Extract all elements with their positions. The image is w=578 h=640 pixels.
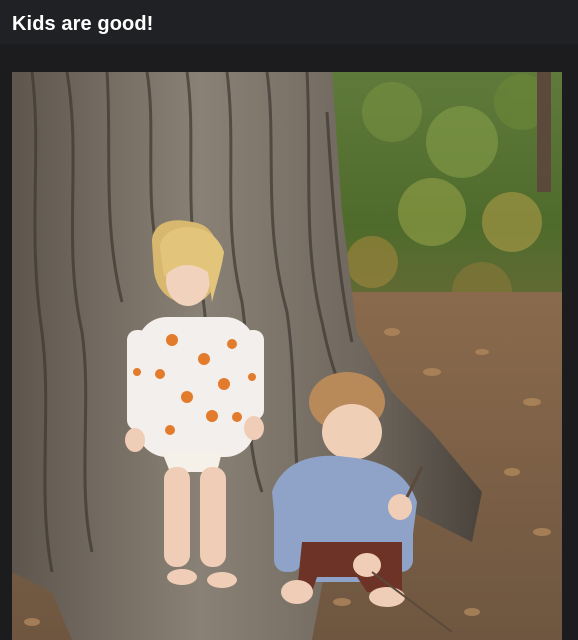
small-trunk xyxy=(537,72,551,192)
post-title: Kids are good! xyxy=(12,13,154,35)
right-scroll-gutter xyxy=(562,72,578,640)
post-photo[interactable] xyxy=(12,72,562,640)
post-header: Kids are good! xyxy=(0,0,578,44)
photo-illustration xyxy=(12,72,562,640)
